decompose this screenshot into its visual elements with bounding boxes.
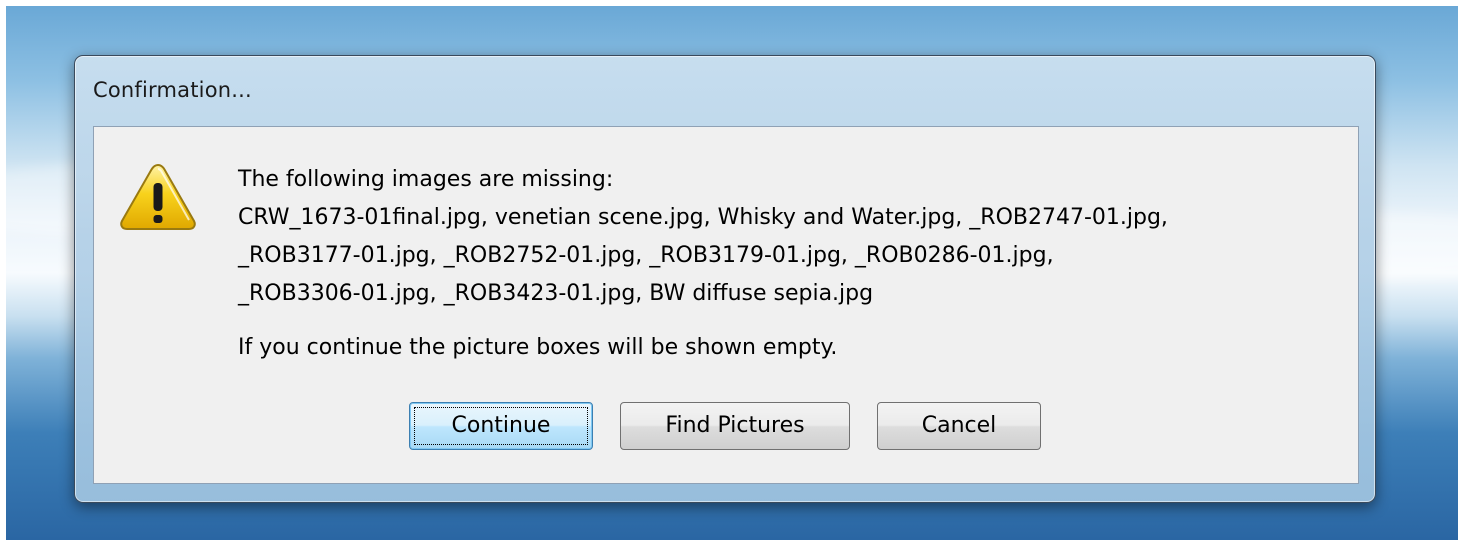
dialog-title-bar[interactable]: Confirmation...: [75, 56, 1375, 124]
confirmation-dialog: Confirmation... The following images are…: [74, 55, 1376, 503]
find-pictures-button[interactable]: Find Pictures: [620, 402, 850, 450]
dialog-title: Confirmation...: [93, 78, 252, 102]
continue-button-label: Continue: [451, 413, 551, 438]
dialog-content: The following images are missing: CRW_16…: [93, 126, 1359, 484]
missing-files-line: _ROB3177-01.jpg, _ROB2752-01.jpg, _ROB31…: [238, 243, 1054, 268]
desktop: Confirmation... The following images are…: [0, 0, 1462, 544]
find-pictures-button-label: Find Pictures: [665, 413, 805, 438]
warning-icon: [118, 161, 198, 233]
message-heading: The following images are missing:: [238, 167, 614, 192]
missing-files-line: _ROB3306-01.jpg, _ROB3423-01.jpg, BW dif…: [238, 281, 874, 306]
cancel-button[interactable]: Cancel: [877, 402, 1041, 450]
cancel-button-label: Cancel: [921, 413, 997, 438]
continue-button[interactable]: Continue: [409, 402, 593, 450]
dialog-message: The following images are missing: CRW_16…: [238, 161, 1338, 367]
message-note: If you continue the picture boxes will b…: [238, 335, 838, 360]
missing-files-line: CRW_1673-01final.jpg, venetian scene.jpg…: [238, 205, 1168, 230]
